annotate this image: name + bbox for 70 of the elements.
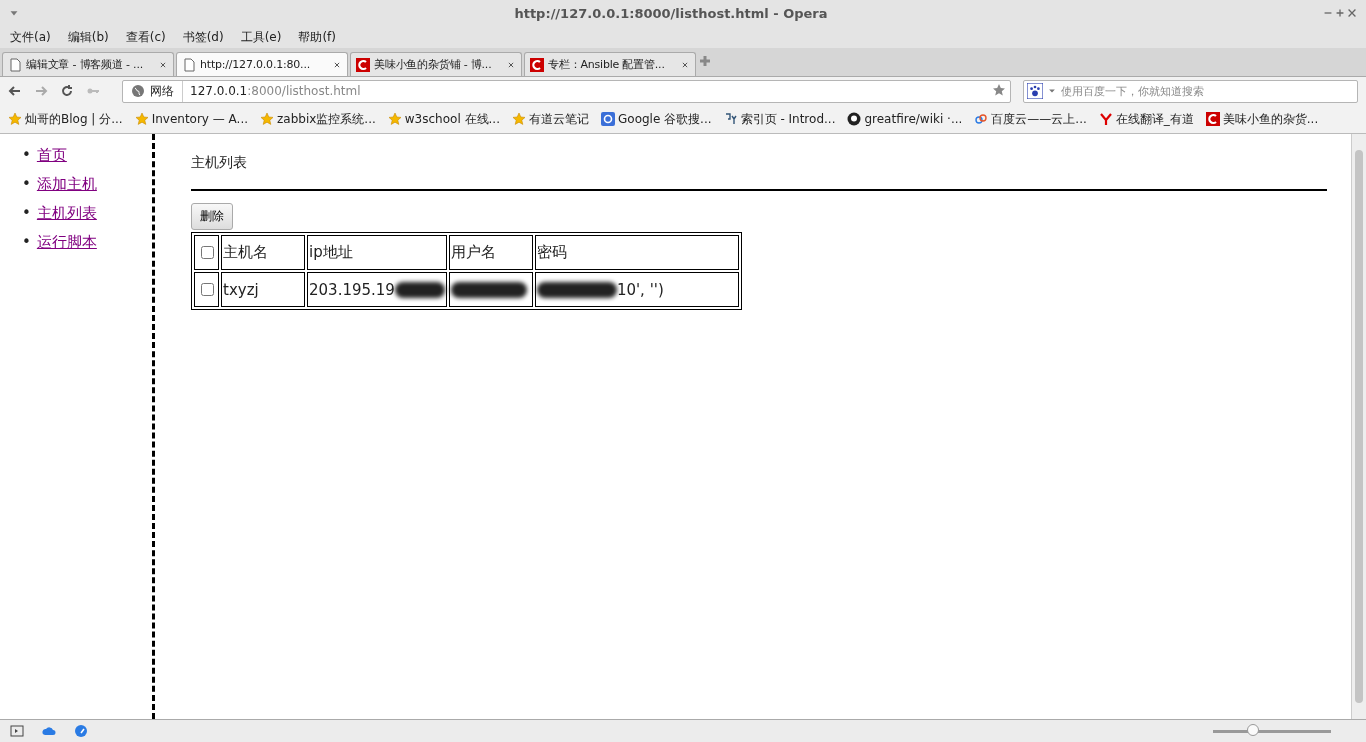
- browser-tab[interactable]: 编辑文章 - 博客频道 - ...: [2, 52, 174, 76]
- browser-tab[interactable]: 专栏：Ansible 配置管...: [524, 52, 696, 76]
- bookmark[interactable]: zabbix监控系统...: [260, 110, 376, 128]
- bookmark[interactable]: Google 谷歌搜...: [601, 110, 712, 128]
- nav-link[interactable]: 添加主机: [36, 175, 97, 194]
- star-icon: [387, 112, 402, 126]
- menu-item[interactable]: 编辑(b): [67, 28, 109, 46]
- redaction-scribble: [394, 282, 445, 298]
- star-icon: [260, 112, 275, 126]
- forward-icon: [34, 84, 48, 98]
- bookmark[interactable]: 在线翻译_有道: [1098, 110, 1194, 128]
- row-checkbox[interactable]: [201, 282, 214, 296]
- nav-link[interactable]: 运行脚本: [36, 233, 97, 252]
- nav-link[interactable]: 主机列表: [36, 204, 97, 223]
- reload-icon: [60, 84, 74, 98]
- bookmark[interactable]: Inventory — A...: [134, 112, 249, 126]
- bookmark[interactable]: 美味小鱼的杂货...: [1205, 110, 1319, 128]
- bullet: •: [22, 233, 31, 252]
- c-logo-icon: [1205, 112, 1220, 126]
- table-cell: 10', ''): [616, 280, 664, 299]
- star-icon: [8, 112, 22, 126]
- menu-item[interactable]: 帮助(f): [298, 28, 336, 46]
- star-icon: [992, 82, 1006, 97]
- browser-tab[interactable]: http://127.0.0.1:80...: [176, 52, 348, 76]
- new-tab-icon: [698, 53, 712, 68]
- table-cell: 203.195.19: [309, 280, 395, 299]
- column-header: ip地址: [307, 235, 447, 270]
- star-icon: [512, 112, 526, 126]
- g-logo-icon: [601, 112, 615, 126]
- paw-icon: [1027, 83, 1043, 99]
- bullet: •: [22, 146, 31, 165]
- bullet: •: [22, 204, 31, 223]
- search-field[interactable]: 使用百度一下，你就知道搜索: [1023, 79, 1358, 103]
- browser-tab[interactable]: 美味小鱼的杂货铺 - 博...: [350, 52, 522, 76]
- column-header: 主机名: [221, 235, 305, 270]
- panel-toggle-icon: [10, 724, 24, 738]
- bookmark[interactable]: w3school 在线...: [387, 110, 500, 128]
- bullet: •: [22, 175, 31, 194]
- address-field[interactable]: 网络 127.0.0.1:8000/listhost.html: [122, 79, 1011, 103]
- menu-item[interactable]: 工具(e): [240, 28, 282, 46]
- back-icon: [8, 84, 22, 98]
- y-logo-icon: [1098, 112, 1113, 126]
- bookmark[interactable]: 百度云——云上...: [974, 110, 1087, 128]
- nav-link[interactable]: 首页: [36, 146, 67, 165]
- speedometer-icon: [74, 724, 88, 738]
- bookmark[interactable]: greatfire/wiki ·...: [847, 112, 963, 126]
- c-logo-icon: [530, 57, 544, 72]
- bookmark[interactable]: 索引页 - Introd...: [723, 110, 836, 128]
- table-cell: txyzj: [221, 272, 305, 307]
- menu-item[interactable]: 查看(c): [125, 28, 166, 46]
- column-header: 用户名: [448, 235, 533, 270]
- url-text: 127.0.0.1:8000/listhost.html: [189, 84, 362, 98]
- delete-button[interactable]: 删除: [191, 203, 233, 230]
- page-heading: 主机列表: [191, 154, 247, 172]
- close-icon: [1346, 7, 1358, 19]
- menu-item[interactable]: 书签(d): [182, 28, 224, 46]
- page-icon: [182, 57, 196, 72]
- slider-thumb[interactable]: [1247, 724, 1260, 736]
- security-label: 网络: [150, 82, 174, 100]
- menu-item[interactable]: 文件(a): [10, 28, 51, 46]
- page-icon: [8, 57, 22, 72]
- bookmark[interactable]: 有道云笔记: [512, 110, 589, 128]
- scrollbar[interactable]: [1351, 134, 1366, 719]
- select-all-checkbox[interactable]: [201, 245, 214, 259]
- bookmark[interactable]: 灿哥的Blog | 分...: [8, 110, 123, 128]
- c-logo-icon: [356, 57, 370, 72]
- column-header: 密码: [534, 235, 739, 270]
- star-icon: [134, 112, 149, 126]
- maximize-icon: [1334, 7, 1346, 19]
- window-title: http://127.0.0.1:8000/listhost.html - Opera: [513, 5, 829, 21]
